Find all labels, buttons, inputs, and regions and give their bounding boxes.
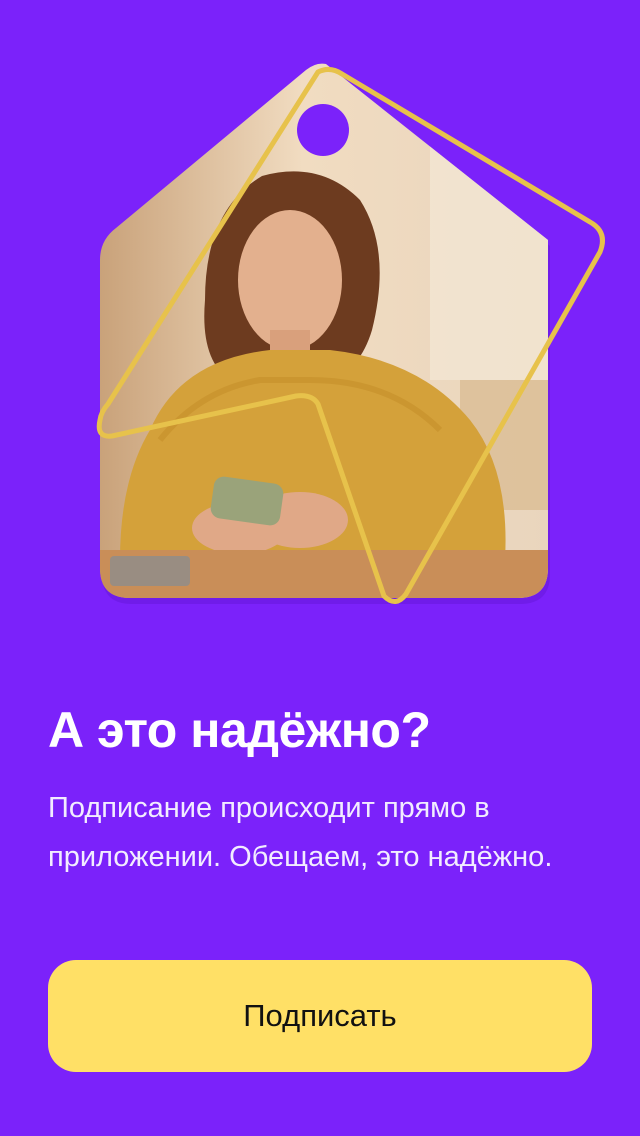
page-title: А это надёжно? [48,702,431,758]
sign-button[interactable]: Подписать [48,960,592,1072]
price-tag-illustration [96,63,605,604]
tag-hole [297,104,349,156]
description-text: Подписание происходит прямо в приложении… [48,792,553,873]
hero-illustration [0,0,640,640]
